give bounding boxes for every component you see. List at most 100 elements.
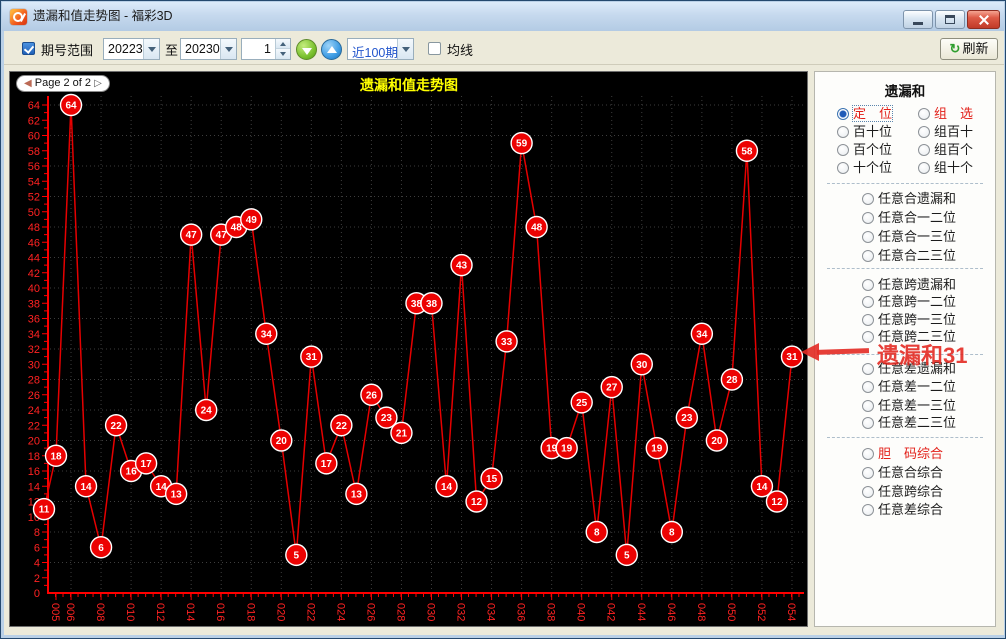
prev-page-icon[interactable]: ◀ [24,78,32,89]
radio-option[interactable]: 组十个 [918,157,973,174]
options-panel: 遗漏和 定 位组 选百十位组百十百个位组百个十个位组十个任意合遗漏和任意合一二位… [814,71,996,627]
radio-option[interactable]: 任意合综合 [862,462,943,479]
data-point: 34 [691,323,712,344]
svg-text:026: 026 [364,603,376,621]
radio-icon[interactable] [862,486,874,498]
svg-text:46: 46 [28,237,40,249]
period-range-checkbox[interactable] [22,42,35,55]
next-page-icon[interactable]: ▷ [94,78,102,89]
radio-icon[interactable] [862,231,874,243]
data-point: 6 [91,537,112,558]
radio-icon[interactable] [862,504,874,516]
svg-text:024: 024 [334,603,346,621]
radio-option[interactable]: 十个位 [837,157,892,174]
svg-text:17: 17 [321,459,333,470]
data-point: 14 [76,476,97,497]
radio-option[interactable]: 任意差一三位 [862,395,956,412]
radio-option[interactable]: 任意合一三位 [862,226,956,243]
recent-periods-dropdown-button[interactable] [397,39,413,59]
svg-text:2: 2 [34,573,40,585]
radio-icon[interactable] [862,193,874,205]
radio-option[interactable]: 组 选 [918,103,973,120]
radio-label: 组 选 [934,106,973,121]
shift-forward-button[interactable] [321,39,342,60]
radio-icon[interactable] [862,314,874,326]
svg-text:15: 15 [486,474,498,485]
radio-icon[interactable] [837,126,849,138]
svg-text:22: 22 [28,420,40,432]
radio-label: 任意合遗漏和 [878,191,956,206]
radio-option[interactable]: 任意跨一三位 [862,309,956,326]
radio-option[interactable]: 任意跨综合 [862,481,943,498]
radio-icon[interactable] [837,144,849,156]
svg-text:62: 62 [28,115,40,127]
radio-icon[interactable] [862,417,874,429]
moving-average-checkbox[interactable] [428,42,441,55]
step-spinner[interactable]: 1 [241,38,291,60]
recent-periods-select[interactable]: 近100期 [347,38,414,60]
spinner-down-button[interactable] [276,49,290,59]
radio-icon[interactable] [862,296,874,308]
group-divider [827,268,983,269]
to-period-select[interactable]: 2023054 [180,38,237,60]
radio-option[interactable]: 百个位 [837,139,892,156]
moving-average-label: 均线 [447,40,473,59]
maximize-button[interactable] [935,10,965,29]
data-point: 43 [451,255,472,276]
radio-option[interactable]: 任意合二三位 [862,245,956,262]
data-point: 49 [241,209,262,230]
page-label: Page 2 of 2 [35,77,91,89]
minimize-icon [913,22,923,25]
radio-icon[interactable] [862,448,874,460]
radio-option[interactable]: 任意差一二位 [862,376,956,393]
radio-option[interactable]: 任意差遗漏和 [862,358,956,375]
svg-text:034: 034 [485,603,497,621]
radio-icon[interactable] [918,126,930,138]
close-button[interactable] [967,10,1000,29]
from-period-select[interactable]: 2022306 [103,38,160,60]
minimize-button[interactable] [903,10,933,29]
radio-option[interactable]: 组百十 [918,121,973,138]
data-point: 34 [256,323,277,344]
radio-icon[interactable] [918,162,930,174]
svg-text:014: 014 [184,603,196,621]
to-period-dropdown-button[interactable] [220,39,236,59]
radio-option[interactable]: 任意差综合 [862,499,943,516]
spinner-up-button[interactable] [276,39,290,49]
radio-icon[interactable] [862,212,874,224]
radio-icon[interactable] [918,108,930,120]
radio-option[interactable]: 任意跨遗漏和 [862,274,956,291]
radio-icon[interactable] [918,144,930,156]
radio-icon[interactable] [862,250,874,262]
radio-option[interactable]: 任意差二三位 [862,412,956,429]
y-axis-labels: 0246810121416182022242628303234363840424… [28,100,40,600]
data-point: 8 [586,522,607,543]
radio-icon[interactable] [862,279,874,291]
radio-icon[interactable] [862,467,874,479]
svg-text:17: 17 [141,459,153,470]
svg-text:046: 046 [665,603,677,621]
radio-icon[interactable] [862,363,874,375]
radio-icon[interactable] [837,162,849,174]
svg-text:27: 27 [606,383,618,394]
radio-icon[interactable] [837,108,849,120]
svg-text:22: 22 [111,421,123,432]
data-point: 22 [106,415,127,436]
shift-back-button[interactable] [296,39,317,60]
from-period-dropdown-button[interactable] [143,39,159,59]
radio-icon[interactable] [862,381,874,393]
radio-option[interactable]: 组百个 [918,139,973,156]
svg-text:56: 56 [28,161,40,173]
radio-option[interactable]: 任意合遗漏和 [862,188,956,205]
refresh-button[interactable]: ↻刷新 [940,38,998,60]
radio-icon[interactable] [862,331,874,343]
radio-icon[interactable] [862,400,874,412]
radio-option[interactable]: 任意合一二位 [862,207,956,224]
radio-option[interactable]: 定 位 [837,103,892,120]
svg-text:25: 25 [576,398,588,409]
radio-option[interactable]: 百十位 [837,121,892,138]
svg-text:30: 30 [28,359,40,371]
radio-option[interactable]: 任意跨一二位 [862,291,956,308]
radio-option[interactable]: 胆 码综合 [862,443,943,460]
radio-option[interactable]: 任意跨二三位 [862,326,956,343]
